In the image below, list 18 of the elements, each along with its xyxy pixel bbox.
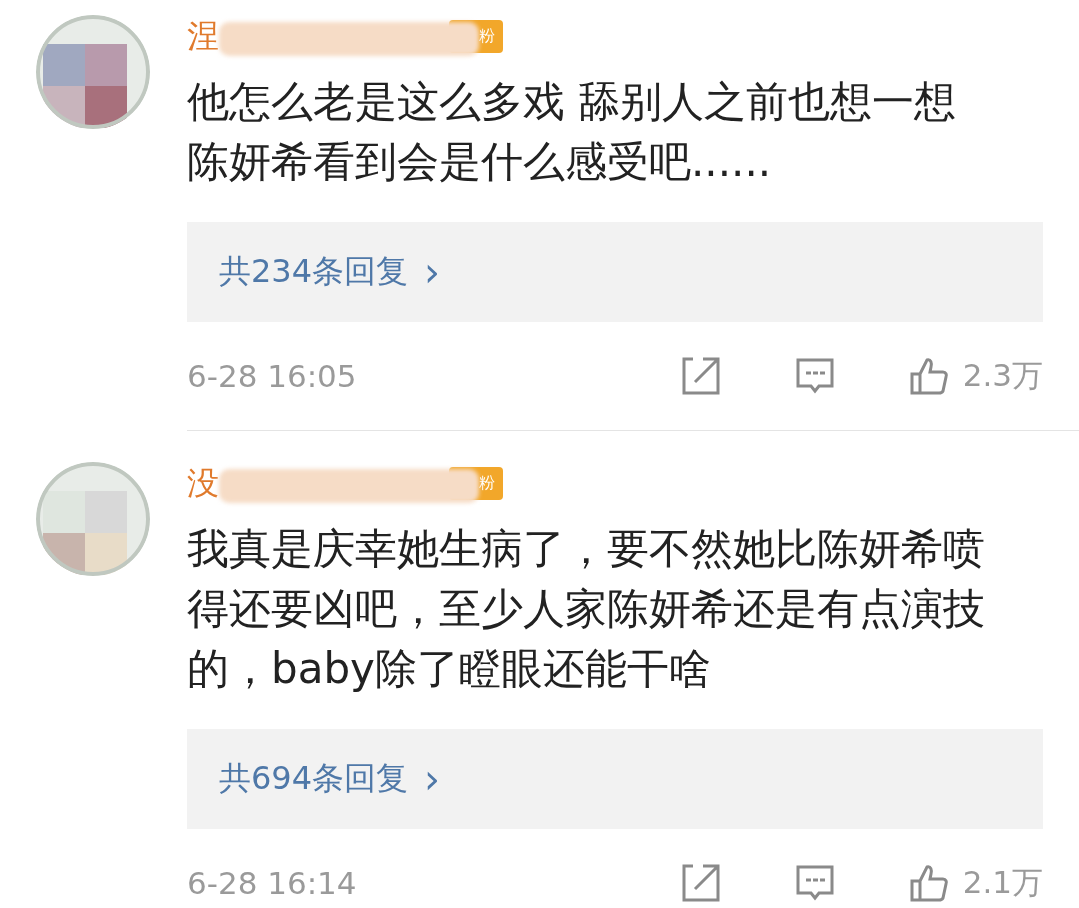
comment-icon[interactable] bbox=[794, 863, 835, 903]
like-count: 2.3万 bbox=[962, 356, 1043, 395]
chevron-icon: › bbox=[424, 756, 441, 802]
thumbs-up-icon[interactable] bbox=[908, 356, 949, 396]
replies-link[interactable]: 共694条回复 › bbox=[187, 729, 1043, 829]
comment-text: 他怎么老是这么多戏 舔别人之前也想一想 陈妍希看到会是什么感受吧...... bbox=[187, 76, 958, 188]
share-icon[interactable] bbox=[680, 356, 721, 396]
username[interactable]: 没 bbox=[187, 461, 219, 505]
timestamp: 6-28 16:14 bbox=[187, 865, 358, 901]
comment-text: 我真是庆幸她生病了，要不然她比陈妍希喷 得还要凶吧，至少人家陈妍希还是有点演技 的，baby除了瞪眼还能干啥 bbox=[187, 523, 986, 695]
timestamp: 6-28 16:05 bbox=[187, 358, 358, 394]
username[interactable]: 涅 bbox=[187, 14, 219, 58]
comment-icon[interactable] bbox=[794, 356, 835, 396]
chevron-icon: › bbox=[424, 249, 441, 295]
thumbs-up-icon[interactable] bbox=[908, 863, 949, 903]
replies-link[interactable]: 共234条回复 › bbox=[187, 222, 1043, 322]
like-count: 2.1万 bbox=[962, 863, 1043, 902]
share-icon[interactable] bbox=[680, 863, 721, 903]
